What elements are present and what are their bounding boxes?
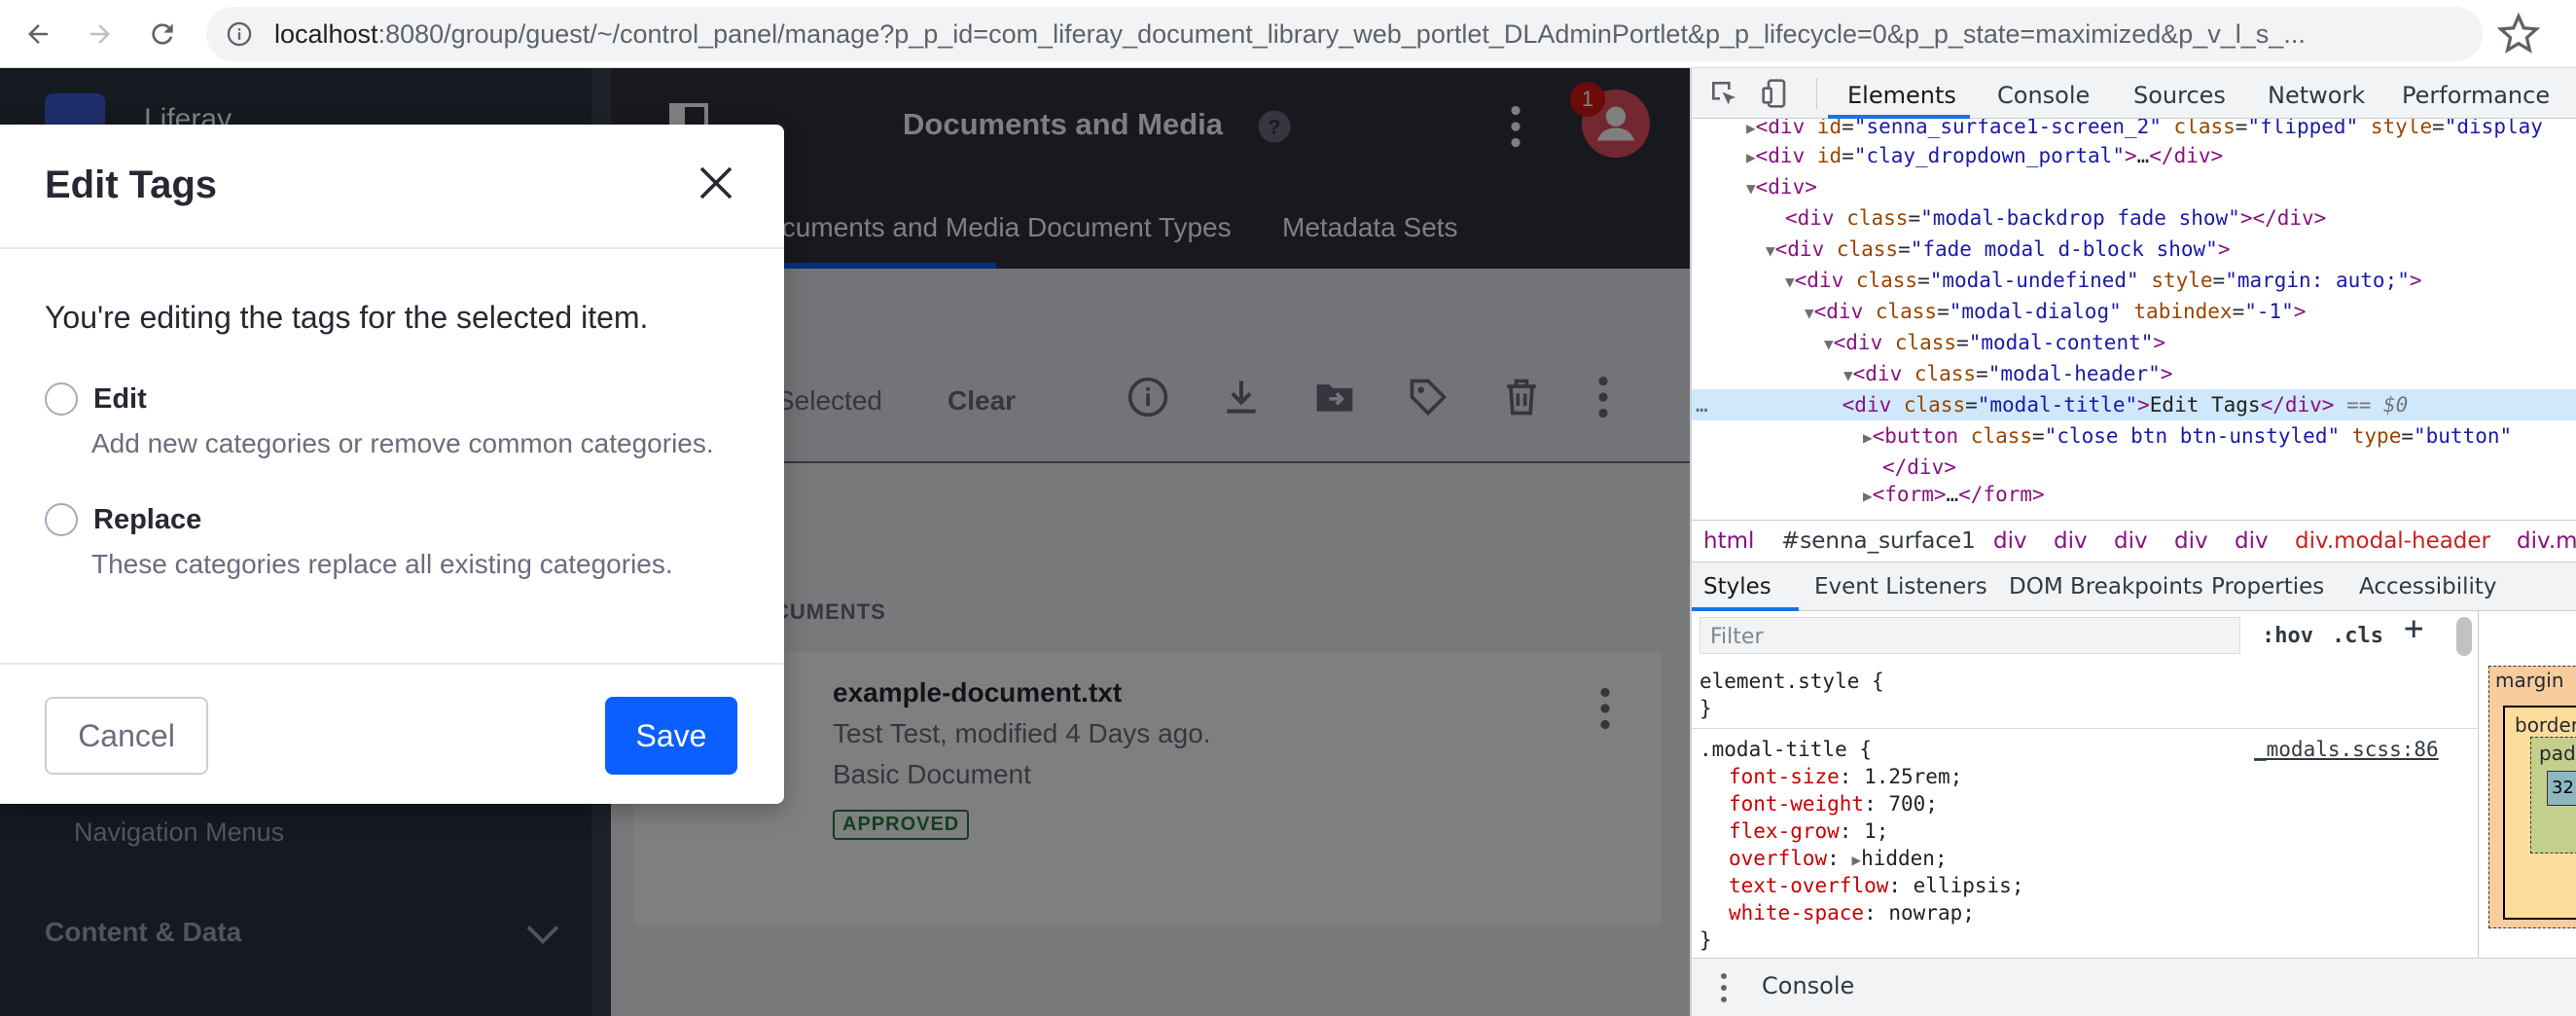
- box-model-margin-label: margin: [2495, 669, 2564, 692]
- breadcrumb-item[interactable]: div.m: [2517, 528, 2576, 554]
- device-toolbar-icon[interactable]: [1760, 78, 1793, 109]
- style-declaration[interactable]: flex-grow: 1;: [1729, 817, 1888, 845]
- dom-node[interactable]: ▼<div>: [1746, 171, 1817, 204]
- expand-triangle-icon[interactable]: ▶: [1851, 851, 1861, 869]
- subtab-dom-breakpoints[interactable]: DOM Breakpoints: [2009, 574, 2203, 599]
- url-text[interactable]: localhost:8080/group/guest/~/control_pan…: [274, 18, 2453, 50]
- tab-elements[interactable]: Elements: [1847, 82, 1956, 109]
- modal-header: Edit Tags: [0, 125, 784, 249]
- new-style-rule-button[interactable]: +: [2404, 612, 2423, 645]
- dom-breadcrumb: html #senna_surface1 div div div div div…: [1692, 520, 2576, 562]
- devtools-toolbar: Elements Console Sources Network Perform…: [1692, 68, 2576, 119]
- rule-close-brace: }: [1699, 697, 1712, 720]
- box-model-padding-label: padding: [2539, 742, 2576, 765]
- breadcrumb-item[interactable]: div: [2114, 528, 2148, 554]
- dom-node[interactable]: <div class="modal-backdrop fade show"></…: [1785, 202, 2326, 234]
- dom-node-selected[interactable]: … <div class="modal-title">Edit Tags</div…: [1692, 389, 2576, 420]
- bookmark-star-icon[interactable]: [2497, 13, 2540, 55]
- replace-radio[interactable]: [45, 503, 78, 536]
- box-model-border-label: border: [2515, 713, 2576, 737]
- subtab-accessibility[interactable]: Accessibility: [2359, 574, 2497, 599]
- style-declaration[interactable]: overflow: ▶hidden;: [1729, 845, 1948, 874]
- box-model-border[interactable]: border padding 32: [2503, 706, 2576, 920]
- box-model-content[interactable]: 32: [2547, 771, 2576, 806]
- back-button[interactable]: [14, 10, 62, 58]
- address-bar[interactable]: localhost:8080/group/guest/~/control_pan…: [206, 7, 2483, 61]
- url-host: localhost: [274, 19, 378, 49]
- close-icon[interactable]: [697, 163, 735, 202]
- rule-selector[interactable]: .modal-title {: [1699, 736, 1872, 763]
- edit-tags-modal: Edit Tags You're editing the tags for th…: [0, 125, 784, 804]
- drawer-tab-console[interactable]: Console: [1762, 972, 1854, 999]
- rule-close-brace: }: [1699, 928, 1712, 952]
- box-model-diagram: margin border padding 32: [2478, 611, 2576, 958]
- dom-tree[interactable]: ▶<div id="senna_surface1-screen_2" class…: [1692, 119, 2576, 555]
- info-icon[interactable]: [226, 20, 253, 48]
- devtools-panel: Elements Console Sources Network Perform…: [1690, 68, 2576, 1016]
- dom-node[interactable]: ▼<div class="modal-content">: [1824, 327, 2165, 360]
- tab-console[interactable]: Console: [1997, 82, 2090, 109]
- reload-button[interactable]: [138, 10, 187, 58]
- modal-footer: Cancel Save: [0, 663, 784, 804]
- breadcrumb-item[interactable]: div: [2235, 528, 2269, 554]
- styles-filter-input[interactable]: Filter: [1699, 617, 2240, 654]
- browser-toolbar: localhost:8080/group/guest/~/control_pan…: [0, 0, 2576, 68]
- dom-node[interactable]: ▼<div class="modal-undefined" style="mar…: [1785, 265, 2422, 298]
- style-declaration[interactable]: font-weight: 700;: [1729, 790, 1938, 817]
- box-model-margin[interactable]: margin border padding 32: [2488, 666, 2576, 928]
- url-path: :8080/group/guest/~/control_panel/manage…: [377, 19, 2306, 49]
- inspect-element-icon[interactable]: [1707, 78, 1740, 109]
- breadcrumb-item[interactable]: div: [2054, 528, 2088, 554]
- rule-divider: [1692, 728, 2478, 729]
- reload-icon: [152, 23, 173, 45]
- dom-node[interactable]: ▶<button class="close btn btn-unstyled" …: [1863, 420, 2512, 454]
- dom-node[interactable]: ▶<div id="clay_dropdown_portal">…</div>: [1746, 140, 2223, 173]
- breadcrumb-item[interactable]: #senna_surface1: [1781, 528, 1976, 554]
- class-toggle[interactable]: .cls: [2332, 623, 2383, 650]
- toolbar-divider: [1816, 78, 1817, 109]
- edit-radio[interactable]: [45, 382, 78, 416]
- replace-radio-help: These categories replace all existing ca…: [91, 549, 673, 579]
- modal-title: Edit Tags: [45, 163, 218, 206]
- modal-intro-text: You're editing the tags for the selected…: [45, 300, 649, 335]
- style-declaration[interactable]: white-space: nowrap;: [1729, 899, 1975, 926]
- rule-source-link[interactable]: _modals.scss:86: [2254, 736, 2439, 763]
- styles-scrollbar[interactable]: [2456, 617, 2472, 656]
- subtab-event-listeners[interactable]: Event Listeners: [1814, 574, 1987, 599]
- drawer-menu-kebab-icon[interactable]: [1719, 972, 1729, 1003]
- style-declaration[interactable]: text-overflow: ellipsis;: [1729, 872, 2023, 899]
- console-drawer: Console: [1692, 958, 2576, 1016]
- breadcrumb-item[interactable]: div.modal-header: [2295, 528, 2490, 554]
- hover-state-toggle[interactable]: :hov: [2262, 623, 2313, 650]
- forward-button[interactable]: [76, 10, 125, 58]
- box-model-padding[interactable]: padding 32: [2530, 737, 2576, 853]
- arrow-right-icon: [90, 24, 110, 44]
- breadcrumb-item[interactable]: div: [1993, 528, 2027, 554]
- edit-radio-label[interactable]: Edit: [93, 383, 147, 416]
- dom-node[interactable]: ▼<div class="modal-header">: [1843, 358, 2172, 391]
- save-button[interactable]: Save: [605, 697, 737, 775]
- cancel-button[interactable]: Cancel: [45, 697, 208, 775]
- tab-network[interactable]: Network: [2268, 82, 2365, 109]
- breadcrumb-item[interactable]: html: [1703, 528, 1754, 554]
- arrow-left-icon: [28, 24, 48, 44]
- replace-radio-label[interactable]: Replace: [93, 504, 201, 536]
- selected-node-marker: == $0: [2346, 393, 2409, 417]
- element-style-selector[interactable]: element.style {: [1699, 668, 1884, 695]
- subtab-properties[interactable]: Properties: [2211, 574, 2324, 599]
- edit-radio-help: Add new categories or remove common cate…: [91, 428, 714, 458]
- tab-sources[interactable]: Sources: [2133, 82, 2226, 109]
- dom-node[interactable]: ▼<div class="modal-dialog" tabindex="-1"…: [1805, 296, 2306, 329]
- dom-node[interactable]: ▼<div class="fade modal d-block show">: [1766, 234, 2230, 267]
- style-declaration[interactable]: font-size: 1.25rem;: [1729, 763, 1962, 790]
- dom-node[interactable]: ▶<form>…</form>: [1863, 479, 2045, 512]
- styles-subtabs: Styles Event Listeners DOM Breakpoints P…: [1692, 562, 2576, 611]
- styles-pane: Filter :hov .cls + element.style { } .mo…: [1692, 611, 2478, 958]
- subtab-styles[interactable]: Styles: [1703, 574, 1771, 599]
- tab-performance[interactable]: Performance: [2402, 82, 2550, 109]
- breadcrumb-item[interactable]: div: [2174, 528, 2208, 554]
